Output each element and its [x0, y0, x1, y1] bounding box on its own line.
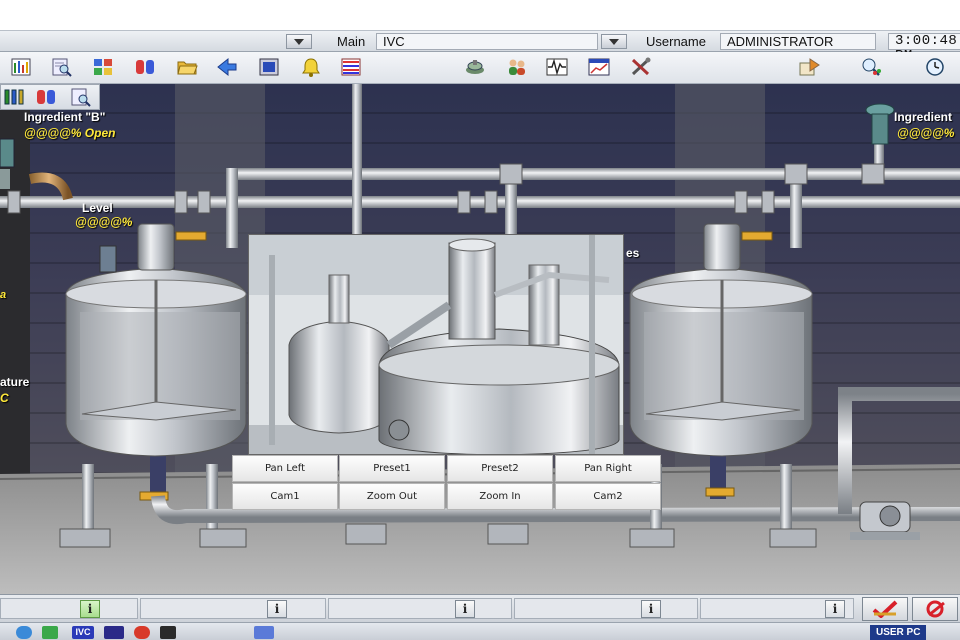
process-view-icon[interactable] — [462, 55, 488, 79]
ivc-taskbar-item[interactable]: IVC — [72, 626, 94, 639]
send-icon[interactable] — [796, 55, 822, 79]
camera-image — [249, 235, 623, 454]
main-label: Main — [337, 34, 366, 49]
status-bar: i i i i i — [0, 594, 960, 622]
app-icon[interactable] — [160, 626, 176, 639]
cam1-button[interactable]: Cam1 — [232, 483, 338, 510]
username-label: Username — [646, 34, 706, 49]
status-cell — [0, 598, 138, 619]
ingredient-b-label: Ingredient "B" — [24, 110, 106, 124]
app-icon[interactable] — [42, 626, 58, 639]
pan-right-button[interactable]: Pan Right — [555, 455, 661, 482]
copper-elbow — [28, 172, 73, 201]
taskbar: IVC USER PC — [0, 622, 960, 640]
app-icon[interactable] — [134, 626, 150, 639]
alarm-reset-button[interactable] — [912, 597, 958, 621]
info-icon[interactable]: i — [80, 600, 100, 618]
user-dropdown-button[interactable] — [601, 34, 627, 49]
camera-feed[interactable] — [248, 234, 624, 455]
chevron-down-icon — [609, 38, 619, 45]
zoom-in-button[interactable]: Zoom In — [447, 483, 553, 510]
folder-open-icon[interactable] — [174, 55, 200, 79]
ingredient-right-label: Ingredient — [894, 110, 953, 124]
pipe-vertical — [352, 84, 362, 234]
info-icon[interactable]: i — [641, 600, 661, 618]
alarm-reset-icon — [926, 600, 945, 618]
screen-icon[interactable] — [256, 55, 282, 79]
zoom-out-button[interactable]: Zoom Out — [339, 483, 445, 510]
start-globe-icon[interactable] — [16, 626, 32, 639]
clock-display: 3:00:48 PM — [888, 33, 960, 64]
app-icon[interactable] — [104, 626, 124, 639]
zoom-document-icon[interactable] — [67, 85, 93, 109]
level-value: @@@@% — [75, 215, 133, 229]
preset2-button[interactable]: Preset2 — [447, 455, 553, 482]
pan-left-button[interactable]: Pan Left — [232, 455, 338, 482]
process-scene: Ingredient "B" @@@@% Open Ingredient @@@… — [0, 84, 960, 594]
level-label: Level — [82, 201, 113, 215]
bar-gauge-icon[interactable] — [1, 85, 27, 109]
pump — [850, 501, 920, 540]
window-layout-icon[interactable] — [90, 55, 116, 79]
center-partial-label: es — [626, 246, 640, 260]
secondary-toolbar — [0, 84, 100, 110]
acknowledge-check-icon — [872, 600, 898, 618]
pipe-riser — [226, 168, 238, 248]
clock-icon[interactable] — [922, 55, 948, 79]
acknowledge-button[interactable] — [862, 597, 908, 621]
left-edge-value: a — [0, 289, 7, 301]
screen-name-field[interactable]: IVC — [376, 33, 598, 50]
ingredient-right-value: @@@@% — [897, 126, 955, 140]
chevron-down-icon — [294, 38, 304, 45]
report-list-icon[interactable] — [338, 55, 364, 79]
search-colors-icon[interactable] — [858, 55, 884, 79]
username-field[interactable]: ADMINISTRATOR — [720, 33, 876, 50]
chart-window-icon[interactable] — [586, 55, 612, 79]
waveform-icon[interactable] — [544, 55, 570, 79]
preset1-button[interactable]: Preset1 — [339, 455, 445, 482]
alarm-bell-icon[interactable] — [298, 55, 324, 79]
info-icon[interactable]: i — [455, 600, 475, 618]
info-icon[interactable]: i — [267, 600, 287, 618]
main-toolbar — [0, 52, 960, 84]
back-arrow-icon[interactable] — [214, 55, 240, 79]
pipe-header-lower — [0, 196, 960, 208]
app-icon[interactable] — [254, 626, 274, 639]
temperature-label: ature — [0, 375, 30, 389]
trend-bars-icon[interactable] — [8, 55, 34, 79]
temperature-value: C — [0, 391, 9, 405]
status-cell — [328, 598, 512, 619]
status-cell — [140, 598, 326, 619]
screen-dropdown-button[interactable] — [286, 34, 312, 49]
tank-pair-icon[interactable] — [132, 55, 158, 79]
header-bar: Main IVC Username ADMINISTRATOR 3:00:48 … — [0, 30, 960, 64]
valve-actuator-right — [865, 103, 895, 145]
tank-pair-icon[interactable] — [33, 85, 59, 109]
tools-icon[interactable] — [628, 55, 654, 79]
pipe-header-upper — [230, 168, 960, 180]
users-icon[interactable] — [504, 55, 530, 79]
zoom-document-icon[interactable] — [48, 55, 74, 79]
cam2-button[interactable]: Cam2 — [555, 483, 661, 510]
info-icon[interactable]: i — [825, 600, 845, 618]
tray-user-pc: USER PC — [870, 625, 927, 640]
ingredient-b-value: @@@@% Open — [24, 126, 116, 140]
status-cell — [514, 598, 698, 619]
